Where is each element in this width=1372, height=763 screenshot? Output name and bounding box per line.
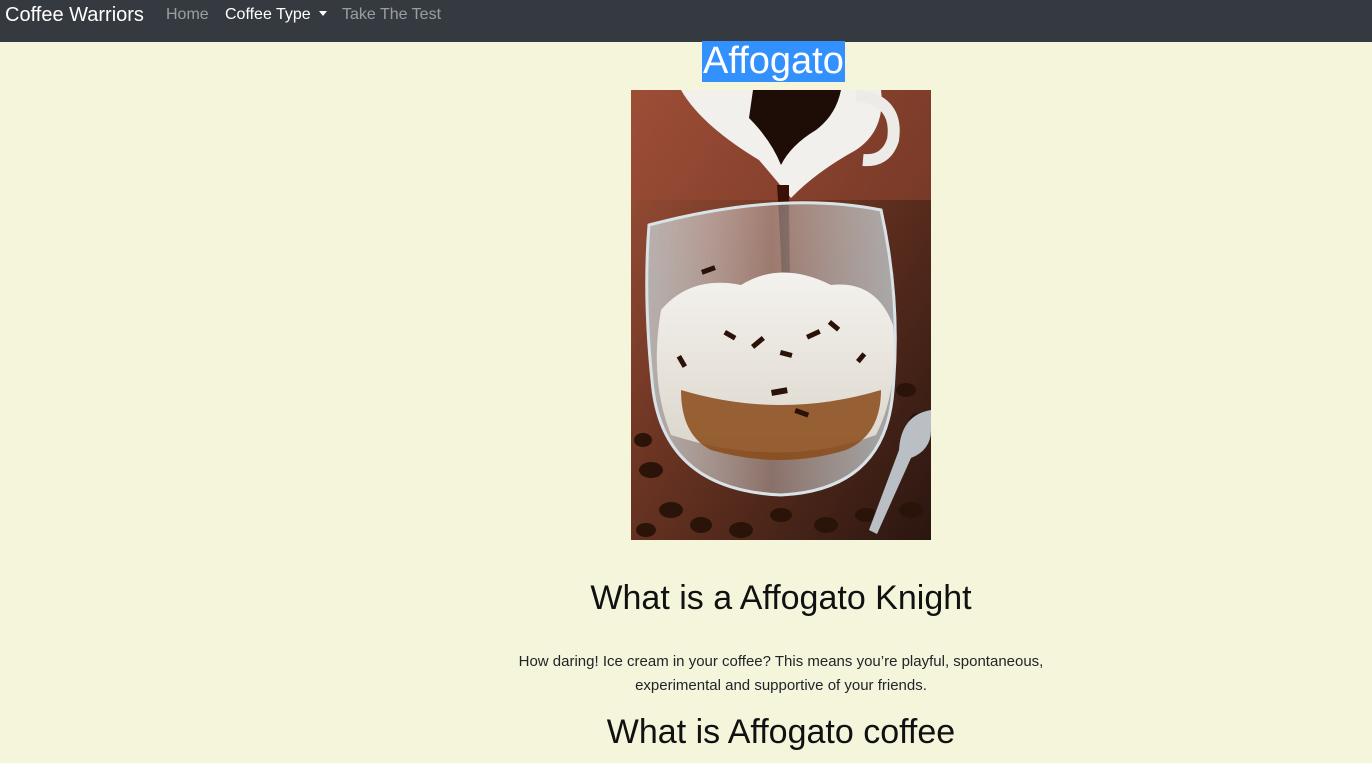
chevron-down-icon [318,11,327,16]
coffee-heading: What is Affogato coffee [606,713,956,751]
brand-link[interactable]: Coffee Warriors [5,3,144,27]
page-title: Affogato [702,40,845,82]
nav-coffee-type-dropdown[interactable]: Coffee Type [225,5,327,25]
nav-home-link[interactable]: Home [166,5,209,25]
nav-take-test-link[interactable]: Take The Test [342,5,441,25]
navbar: Coffee Warriors Home Coffee Type Take Th… [0,0,1372,42]
affogato-photo-art [631,90,931,540]
nav-coffee-type-label: Coffee Type [225,6,311,23]
knight-description: How daring! Ice cream in your coffee? Th… [518,653,1044,694]
affogato-photo [631,90,931,540]
knight-heading: What is a Affogato Knight [590,579,972,617]
